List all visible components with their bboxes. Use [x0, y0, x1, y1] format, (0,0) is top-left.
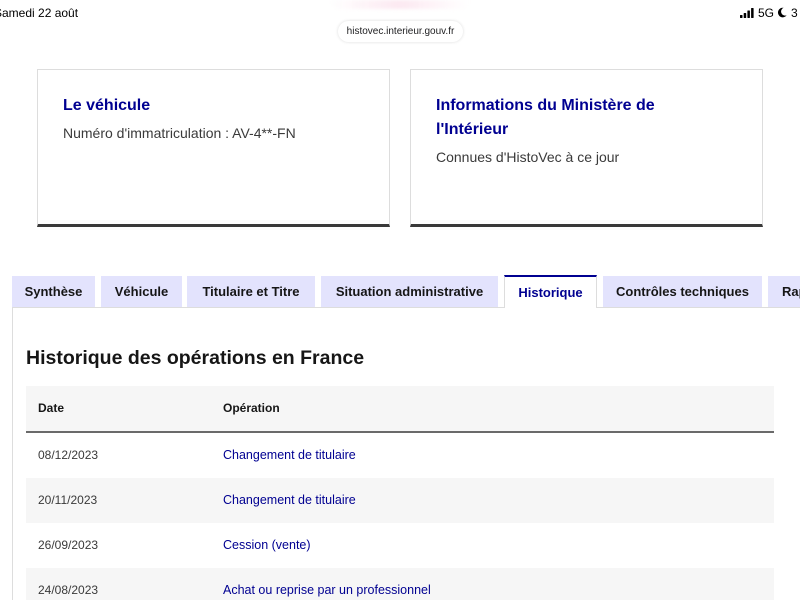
network-type: 5G: [758, 6, 775, 20]
table-row: 20/11/2023 Changement de titulaire: [26, 478, 774, 523]
row-operation[interactable]: Achat ou reprise par un professionnel: [211, 568, 774, 600]
row-operation[interactable]: Cession (vente): [211, 523, 774, 568]
tab-historique[interactable]: Historique: [504, 275, 597, 308]
tab-vehicule[interactable]: Véhicule: [101, 276, 182, 307]
tab-situation-administrative[interactable]: Situation administrative: [321, 276, 498, 307]
tab-controles-techniques[interactable]: Contrôles techniques: [603, 276, 762, 307]
battery-level: 3: [791, 6, 798, 20]
tab-titulaire-et-titre[interactable]: Titulaire et Titre: [187, 276, 315, 307]
column-header-operation: Opération: [223, 401, 280, 415]
row-date: 08/12/2023: [38, 448, 99, 462]
ministry-info-card-text: Connues d'HistoVec à ce jour: [436, 149, 620, 165]
signal-bars-icon: [740, 8, 754, 18]
row-operation[interactable]: Changement de titulaire: [211, 433, 774, 478]
browser-tab-strip: [330, 0, 470, 9]
status-date: Samedi 22 août: [0, 6, 79, 20]
row-operation[interactable]: Changement de titulaire: [211, 478, 774, 523]
tab-synthese[interactable]: Synthèse: [12, 276, 95, 307]
ministry-info-card-title: Informations du Ministère de l'Intérieur: [436, 97, 655, 138]
table-row: 26/09/2023 Cession (vente): [26, 523, 774, 568]
table-row: 24/08/2023 Achat ou reprise par un profe…: [26, 568, 774, 600]
row-date: 20/11/2023: [38, 493, 98, 507]
history-title: Historique des opérations en France: [26, 347, 365, 369]
tab-rapport[interactable]: Rap: [768, 276, 800, 307]
row-date: 24/08/2023: [38, 583, 99, 597]
table-row: 08/12/2023 Changement de titulaire: [26, 433, 774, 478]
ministry-info-card: Informations du Ministère de l'Intérieur…: [410, 69, 763, 227]
vehicle-card: Le véhicule Numéro d'immatriculation : A…: [37, 69, 390, 227]
vehicle-card-title: Le véhicule: [63, 97, 151, 114]
moon-icon: [777, 7, 787, 18]
row-date: 26/09/2023: [38, 538, 99, 552]
table-header: Date Opération: [26, 386, 774, 433]
history-panel: Historique des opérations en France Date…: [12, 307, 800, 600]
registration-number: Numéro d'immatriculation : AV-4**-FN: [63, 125, 296, 141]
address-bar[interactable]: histovec.interieur.gouv.fr: [338, 21, 463, 42]
address-bar-url: histovec.interieur.gouv.fr: [346, 26, 455, 37]
history-table: Date Opération 08/12/2023 Changement de …: [26, 386, 774, 600]
column-header-date: Date: [38, 401, 65, 415]
